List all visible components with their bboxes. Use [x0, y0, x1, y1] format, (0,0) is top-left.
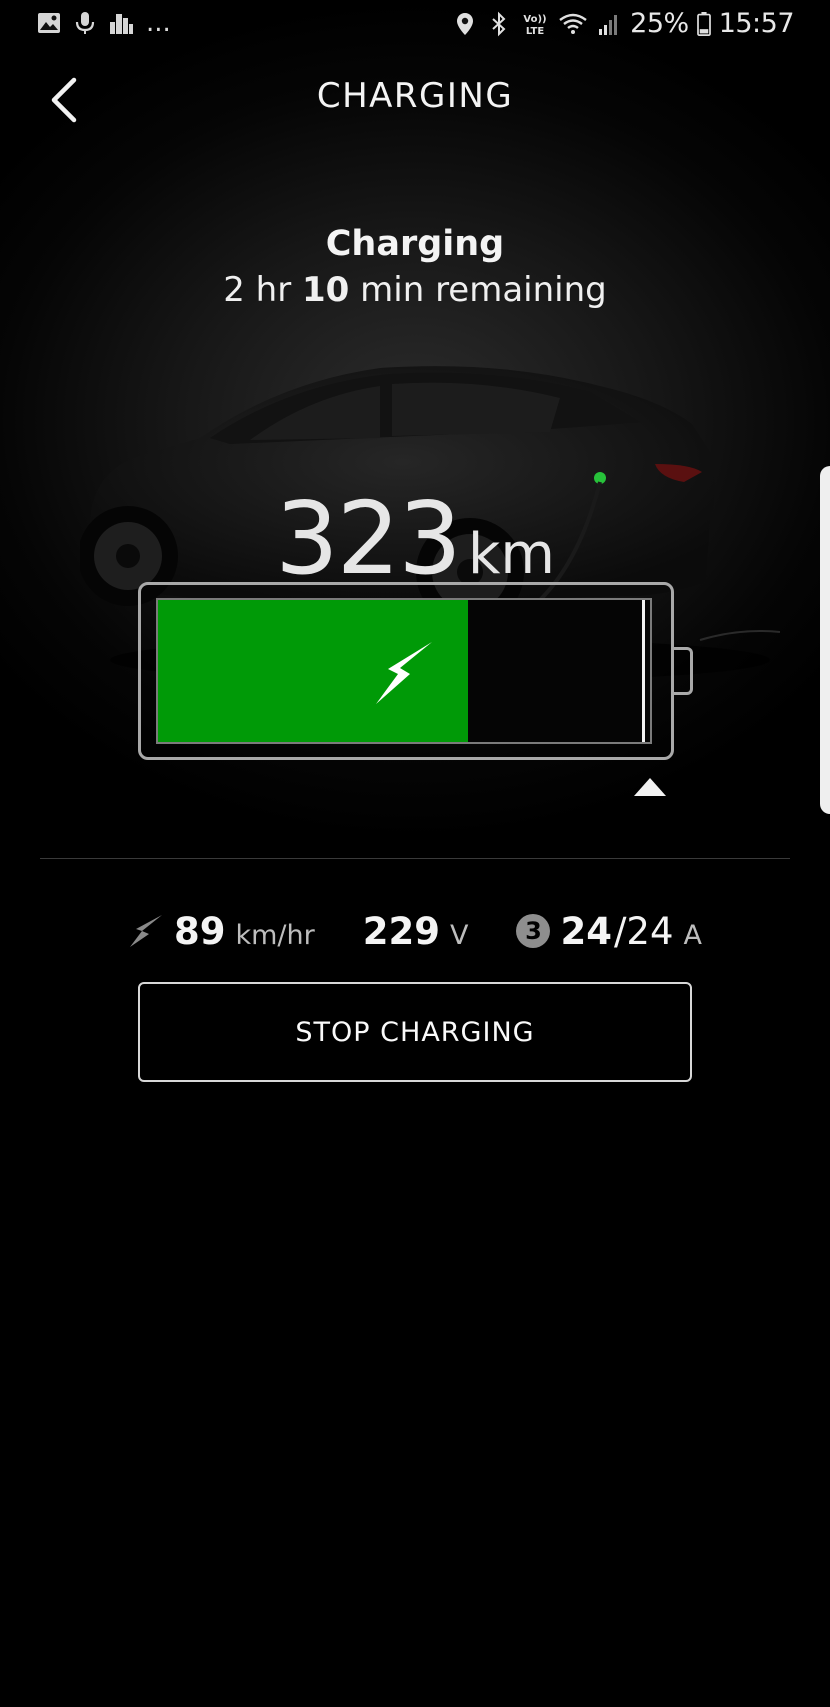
svg-text:LTE: LTE: [526, 26, 545, 37]
stop-charging-button[interactable]: STOP CHARGING: [138, 982, 692, 1082]
page-title: CHARGING: [316, 76, 514, 116]
current-value: 24: [560, 909, 612, 953]
range-readout: 323 km: [0, 480, 830, 597]
charging-stats: 89 km/hr 229 V 3 24 /24 A: [0, 906, 830, 956]
remaining-suffix: min remaining: [349, 270, 607, 310]
charging-screen: ... Vo)) LTE 25% 15:57 CHARGING Charging…: [0, 0, 830, 1707]
remaining-minutes: 10: [302, 270, 350, 310]
charge-limit-line: [642, 600, 646, 742]
wifi-icon: [559, 13, 587, 34]
status-bar-system: Vo)) LTE 25% 15:57: [452, 8, 795, 39]
charge-limit-handle[interactable]: [632, 776, 668, 798]
clock: 15:57: [718, 8, 795, 39]
lightning-bolt-icon: [376, 642, 432, 704]
battery-terminal: [671, 647, 693, 695]
current: 3 24 /24 A: [516, 910, 702, 953]
image-icon: [38, 13, 60, 33]
signal-icon: [599, 14, 618, 35]
current-max: /24: [613, 909, 674, 953]
svg-text:Vo)): Vo)): [524, 14, 547, 25]
battery-percent: 25%: [630, 8, 689, 39]
charge-rate-unit: km/hr: [235, 919, 315, 951]
charge-rate-value: 89: [174, 909, 226, 953]
location-icon: [457, 12, 474, 35]
current-unit: A: [683, 919, 702, 951]
status-bar: ... Vo)) LTE 25% 15:57: [0, 0, 830, 50]
more-notifications: ...: [146, 8, 171, 38]
charging-status: Charging 2 hr 10 min remaining: [0, 222, 830, 314]
mic-icon: [75, 12, 95, 34]
voltage: 229 V: [363, 910, 469, 953]
remaining-hours: 2 hr: [223, 270, 303, 310]
city-icon: [110, 14, 133, 34]
status-bar-notifications: ...: [36, 10, 171, 36]
phone-battery-icon: [696, 11, 711, 36]
app-header: CHARGING: [0, 60, 830, 140]
edge-panel-handle[interactable]: [820, 466, 830, 814]
charge-rate: 89 km/hr: [128, 910, 315, 953]
voltage-value: 229: [362, 909, 440, 953]
divider: [40, 858, 790, 859]
volte-icon: Vo)) LTE: [524, 14, 547, 37]
charging-status-title: Charging: [325, 224, 505, 264]
voltage-unit: V: [449, 919, 469, 951]
charge-rate-icon: [130, 915, 162, 947]
time-remaining: 2 hr 10 min remaining: [0, 266, 830, 314]
bluetooth-icon: [492, 11, 506, 36]
range-unit: km: [467, 522, 555, 587]
phase-badge-icon: 3: [516, 914, 551, 948]
range-value: 323: [275, 480, 462, 597]
